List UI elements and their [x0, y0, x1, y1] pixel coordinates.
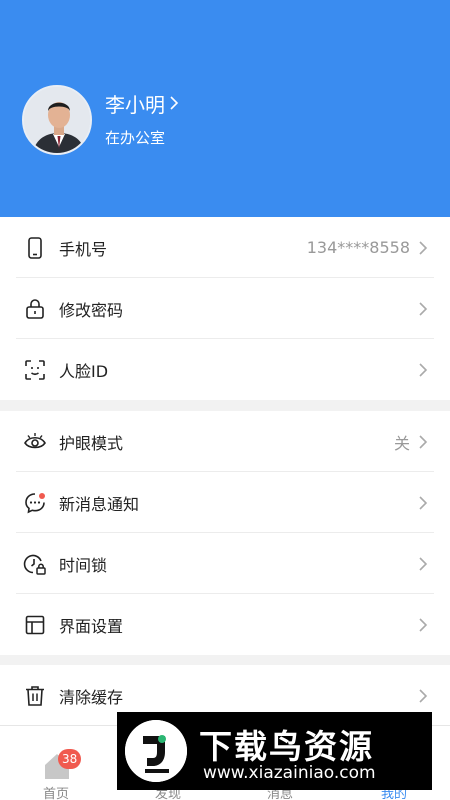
- chevron-right-icon: [419, 617, 428, 632]
- watermark-banner: 下载鸟资源 www.xiazainiao.com: [117, 712, 432, 790]
- account-section: 手机号 134****8558 修改密码 人脸ID: [0, 217, 450, 400]
- chevron-right-icon: [419, 495, 428, 510]
- settings-item-phone[interactable]: 手机号 134****8558: [0, 217, 450, 278]
- settings-item-change-password[interactable]: 修改密码: [0, 278, 450, 339]
- chevron-right-icon: [419, 301, 428, 316]
- settings-item-label: 新消息通知: [59, 494, 140, 514]
- username-link[interactable]: 李小明: [105, 90, 179, 117]
- preferences-section: 护眼模式 关 新消息通知 时间锁 界面设置: [0, 411, 450, 655]
- phone-icon: [23, 236, 47, 260]
- face-id-icon: [23, 358, 47, 382]
- username: 李小明: [105, 92, 165, 117]
- settings-item-label: 清除缓存: [59, 687, 124, 707]
- lock-icon: [23, 297, 47, 321]
- bird-logo-icon: [125, 720, 187, 782]
- settings-item-label: 时间锁: [59, 555, 108, 575]
- settings-item-label: 人脸ID: [59, 361, 109, 381]
- user-status: 在办公室: [105, 129, 166, 147]
- settings-item-label: 护眼模式: [59, 433, 124, 453]
- chat-notification-icon: [23, 491, 47, 515]
- avatar[interactable]: [22, 85, 92, 155]
- profile-header: 李小明 在办公室: [0, 0, 450, 217]
- settings-item-label: 修改密码: [59, 300, 124, 320]
- chevron-right-icon: [419, 556, 428, 571]
- settings-item-face-id[interactable]: 人脸ID: [0, 339, 450, 400]
- settings-item-label: 手机号: [59, 239, 108, 259]
- watermark-url: www.xiazainiao.com: [203, 763, 376, 783]
- settings-item-eye-protection[interactable]: 护眼模式 关: [0, 411, 450, 472]
- settings-item-label: 界面设置: [59, 616, 124, 636]
- phone-number-value: 134****8558: [306, 238, 410, 257]
- chevron-right-icon: [419, 434, 428, 449]
- watermark-title: 下载鸟资源: [199, 727, 374, 766]
- chevron-right-icon: [419, 240, 428, 255]
- chevron-right-icon: [419, 362, 428, 377]
- eye-icon: [23, 430, 47, 454]
- tab-home[interactable]: 38 首页: [0, 726, 112, 800]
- layout-icon: [23, 613, 47, 637]
- settings-item-interface[interactable]: 界面设置: [0, 594, 450, 655]
- eye-mode-value: 关: [393, 433, 410, 453]
- chevron-right-icon: [419, 688, 428, 703]
- time-lock-icon: [23, 552, 47, 576]
- chevron-right-icon: [170, 96, 179, 110]
- settings-item-notifications[interactable]: 新消息通知: [0, 472, 450, 533]
- unread-badge: 38: [58, 749, 82, 769]
- tab-label: 首页: [42, 787, 69, 800]
- trash-icon: [23, 684, 47, 708]
- settings-item-time-lock[interactable]: 时间锁: [0, 533, 450, 594]
